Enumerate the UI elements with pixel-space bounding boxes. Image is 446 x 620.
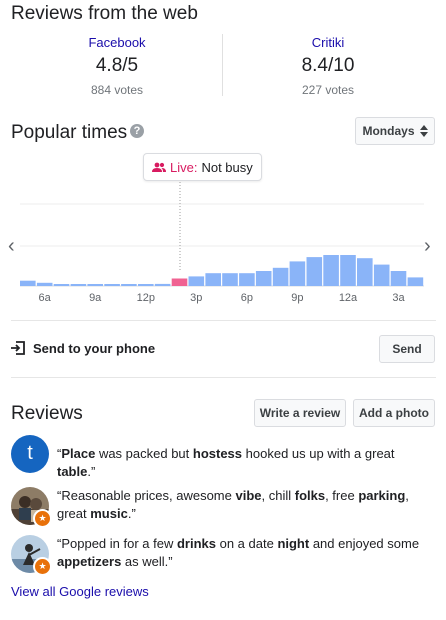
review-snippet[interactable]: t “Place was packed but hostess hooked u… bbox=[11, 435, 436, 481]
divider bbox=[222, 34, 223, 96]
avatar: ★ bbox=[11, 535, 52, 576]
send-to-phone-label[interactable]: Send to your phone bbox=[33, 341, 155, 356]
hour-tick-label: 3a bbox=[392, 292, 405, 304]
hour-bar[interactable] bbox=[357, 258, 373, 286]
review-text: “Reasonable prices, awesome vibe, chill … bbox=[57, 488, 409, 521]
hour-bar[interactable] bbox=[222, 273, 238, 286]
hour-bar[interactable] bbox=[20, 280, 36, 286]
hour-bar[interactable] bbox=[306, 257, 323, 286]
hour-bar[interactable] bbox=[340, 255, 356, 286]
hour-bar[interactable] bbox=[390, 271, 407, 286]
send-button[interactable]: Send bbox=[379, 335, 435, 363]
people-icon bbox=[152, 162, 166, 172]
hour-bar[interactable] bbox=[289, 261, 306, 286]
send-to-phone-icon bbox=[11, 341, 25, 355]
hour-bar[interactable] bbox=[373, 264, 390, 286]
hour-bar-live[interactable] bbox=[171, 278, 188, 287]
view-all-reviews-link[interactable]: View all Google reviews bbox=[11, 584, 149, 599]
hour-bar[interactable] bbox=[121, 284, 137, 286]
review-snippet[interactable]: ★ “Popped in for a few drinks on a date … bbox=[11, 535, 436, 576]
hour-bar[interactable] bbox=[272, 267, 289, 286]
sort-arrows-icon bbox=[419, 125, 428, 137]
hour-tick-label: 9p bbox=[291, 292, 304, 304]
add-photo-button[interactable]: Add a photo bbox=[353, 399, 435, 427]
hour-bar[interactable] bbox=[154, 283, 171, 286]
hour-bar[interactable] bbox=[138, 284, 154, 286]
hour-tick-label: 9a bbox=[89, 292, 102, 304]
live-status: Not busy bbox=[201, 159, 253, 175]
source-rating: 4.8/5 bbox=[95, 55, 139, 76]
local-guide-badge-icon: ★ bbox=[33, 557, 52, 576]
day-select-label: Mondays bbox=[362, 124, 415, 138]
help-icon[interactable]: ? bbox=[130, 124, 144, 138]
hour-bar[interactable] bbox=[255, 271, 272, 286]
local-guide-badge-icon: ★ bbox=[33, 509, 52, 528]
hour-tick-label: 12a bbox=[338, 292, 358, 304]
hour-bar[interactable] bbox=[53, 284, 70, 286]
hour-bar[interactable] bbox=[188, 276, 205, 286]
popular-times-title: Popular times bbox=[11, 122, 128, 143]
source-votes: 227 votes bbox=[301, 83, 355, 97]
live-status-chip: Live: Not busy bbox=[143, 153, 262, 181]
hour-bar[interactable] bbox=[407, 277, 424, 286]
hour-bar[interactable] bbox=[36, 282, 53, 286]
review-text: “Place was packed but hostess hooked us … bbox=[57, 446, 395, 479]
hour-tick-label: 12p bbox=[136, 292, 155, 304]
hour-bar[interactable] bbox=[70, 284, 87, 286]
hour-bar[interactable] bbox=[239, 273, 255, 286]
avatar: t bbox=[11, 435, 49, 473]
web-reviews-title: Reviews from the web bbox=[11, 3, 198, 24]
source-name[interactable]: Critiki bbox=[253, 35, 403, 50]
divider bbox=[11, 320, 436, 321]
hour-bar[interactable] bbox=[205, 273, 221, 286]
source-votes: 884 votes bbox=[90, 83, 144, 97]
reviews-title: Reviews bbox=[11, 403, 83, 424]
review-snippet[interactable]: ★ “Reasonable prices, awesome vibe, chil… bbox=[11, 487, 436, 528]
write-review-button[interactable]: Write a review bbox=[254, 399, 346, 427]
avatar: ★ bbox=[11, 487, 52, 528]
hour-bar[interactable] bbox=[104, 284, 120, 286]
live-label: Live: bbox=[170, 159, 198, 175]
review-text: “Popped in for a few drinks on a date ni… bbox=[57, 536, 420, 569]
review-source-facebook[interactable]: Facebook 4.8/5 884 votes bbox=[42, 35, 192, 97]
hour-bar[interactable] bbox=[323, 255, 339, 286]
hour-tick-label: 3p bbox=[190, 292, 203, 304]
popular-times-chart bbox=[20, 182, 424, 287]
source-name[interactable]: Facebook bbox=[42, 35, 192, 50]
hour-tick-label: 6a bbox=[38, 292, 51, 304]
hour-tick-label: 6p bbox=[240, 292, 254, 304]
review-source-critiki[interactable]: Critiki 8.4/10 227 votes bbox=[253, 35, 403, 97]
divider bbox=[11, 377, 436, 378]
source-rating: 8.4/10 bbox=[301, 55, 355, 76]
hour-bar[interactable] bbox=[87, 284, 103, 286]
day-select-dropdown[interactable]: Mondays bbox=[355, 117, 435, 145]
